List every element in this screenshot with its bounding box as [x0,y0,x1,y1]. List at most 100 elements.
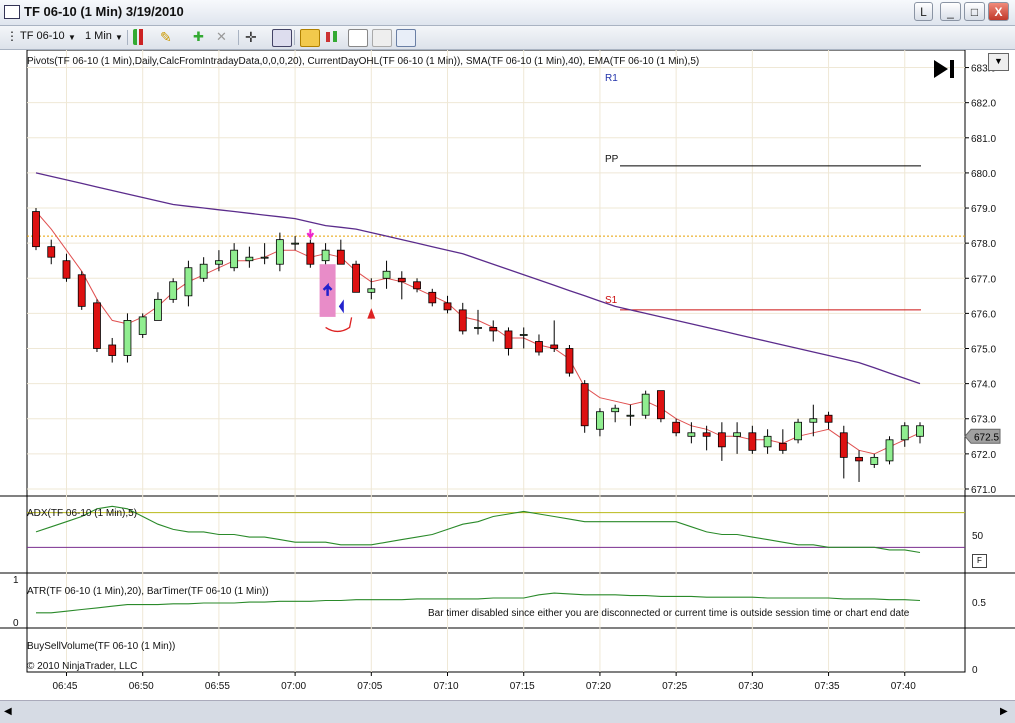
drawing-tool-icon[interactable]: ✎ [160,29,178,45]
time-tick-label: 07:00 [281,681,306,692]
instrument-dropdown-icon[interactable]: ▼ [68,33,76,42]
pointer-curve [325,317,353,333]
r1-label: R1 [605,73,618,84]
adx-f-button[interactable]: F [972,554,987,568]
time-tick-label: 06:45 [52,681,77,692]
candle-body [778,442,787,451]
crosshair-icon[interactable]: ✛ [245,29,263,45]
horizontal-scrollbar[interactable]: ◀ ▶ [0,700,1015,723]
left-triangle-marker [338,299,344,314]
candle-body [504,330,513,349]
scroll-right-icon[interactable]: ▶ [1000,706,1008,717]
candle-body [641,393,650,416]
chart-canvas[interactable]: 683.0682.0681.0680.0679.0678.0677.0676.0… [0,50,1015,700]
down-arrow-marker [306,229,315,241]
properties-icon[interactable] [300,29,320,47]
candle-body [62,260,71,279]
candle-body [596,411,604,430]
atr-axis-tick: 0.5 [972,598,986,609]
candle-body [413,281,421,290]
s1-label: S1 [605,295,618,306]
candle-body [199,263,208,279]
candle-body [809,418,818,423]
candle-body [748,432,757,451]
last-price-label: 672.5 [974,432,999,443]
time-tick-label: 07:30 [738,681,763,692]
candle-body [397,277,406,283]
candle-body [367,288,376,293]
candle-body [336,249,345,265]
candle-body [611,407,620,413]
candle-body [717,432,726,448]
chart-toolbar: ⋮ TF 06-10 ▼ 1 Min ▼ ✎ ✚ ✕ ✛ [0,26,1015,50]
time-tick-label: 07:40 [891,681,916,692]
chart-area[interactable]: 683.0 682.0 681.0 680.0 679.0 678.0 677.0 676.0… [0,50,1015,700]
candle-body [47,246,56,258]
candle-body [733,432,742,437]
scroll-panel-dropdown-icon[interactable]: ▼ [988,53,1009,71]
candle-body [519,334,528,336]
candle-body [535,341,543,353]
candle-body [428,291,437,304]
add-indicator-icon[interactable]: ✚ [193,29,211,45]
close-button[interactable]: X [988,2,1009,21]
time-tick-label: 07:35 [815,681,840,692]
chart-style-icon[interactable] [133,29,151,45]
price-tick-label: 678.0 [971,239,996,250]
candle-body [382,270,391,279]
price-tick-label: 679.0 [971,204,996,215]
price-tick-label: 681.0 [971,134,996,145]
price-tick-label: 677.0 [971,274,996,285]
skip-to-end-icon[interactable] [932,58,956,80]
adx-axis-tick: 50 [972,531,984,542]
minimize-button[interactable]: _ [940,2,961,21]
link-button[interactable]: L [914,2,933,21]
strategy-icon[interactable] [323,29,341,45]
zoom-icon[interactable] [272,29,292,47]
candle-body [916,425,924,437]
candle-body [458,309,467,332]
candle-body [169,281,178,300]
candle-body [474,327,482,329]
template-icon[interactable] [372,29,392,47]
panels-frame [26,50,966,673]
atr-left-tick-1: 1 [13,575,19,586]
candle-body [794,421,802,441]
remove-icon[interactable]: ✕ [216,29,234,45]
adx-panel-label: ADX(TF 06-10 (1 Min),5) [27,508,138,519]
volume-axis-tick: 0 [972,665,978,676]
candle-body [855,456,863,462]
candle-body [123,320,132,356]
time-tick-label: 07:10 [434,681,459,692]
toolbar-separator [294,30,295,45]
candle-body [489,327,498,332]
price-tick-label: 675.0 [971,345,996,356]
candle-body [687,432,696,437]
candle-body [108,344,117,356]
maximize-button[interactable]: □ [964,2,985,21]
candle-body [565,348,574,374]
candle-body [321,249,330,262]
time-tick-label: 07:15 [510,681,535,692]
candle-body [839,432,848,458]
time-tick-label: 06:50 [129,681,154,692]
candle-body [824,414,833,423]
grip-icon: ⋮ [6,29,18,43]
chart-trader-icon[interactable] [348,29,368,47]
interval-selector[interactable]: 1 Min [85,30,112,42]
interval-dropdown-icon[interactable]: ▼ [115,33,123,42]
price-tick-label: 673.0 [971,415,996,426]
candle-body [245,256,254,262]
atr-panel-label: ATR(TF 06-10 (1 Min),20), BarTimer(TF 06… [27,586,269,597]
price-panel-label: Pivots(TF 06-10 (1 Min),Daily,CalcFromIn… [27,56,700,67]
candle-body [870,456,879,465]
instrument-selector[interactable]: TF 06-10 [20,30,65,42]
candle-body [230,249,239,269]
candle-body [77,274,86,307]
bar-timer-message: Bar timer disabled since either you are … [428,608,910,619]
candle-body [580,383,589,427]
candle-body [702,432,711,437]
data-box-icon[interactable] [396,29,416,47]
scroll-left-icon[interactable]: ◀ [4,706,12,717]
candle-body [275,239,284,265]
